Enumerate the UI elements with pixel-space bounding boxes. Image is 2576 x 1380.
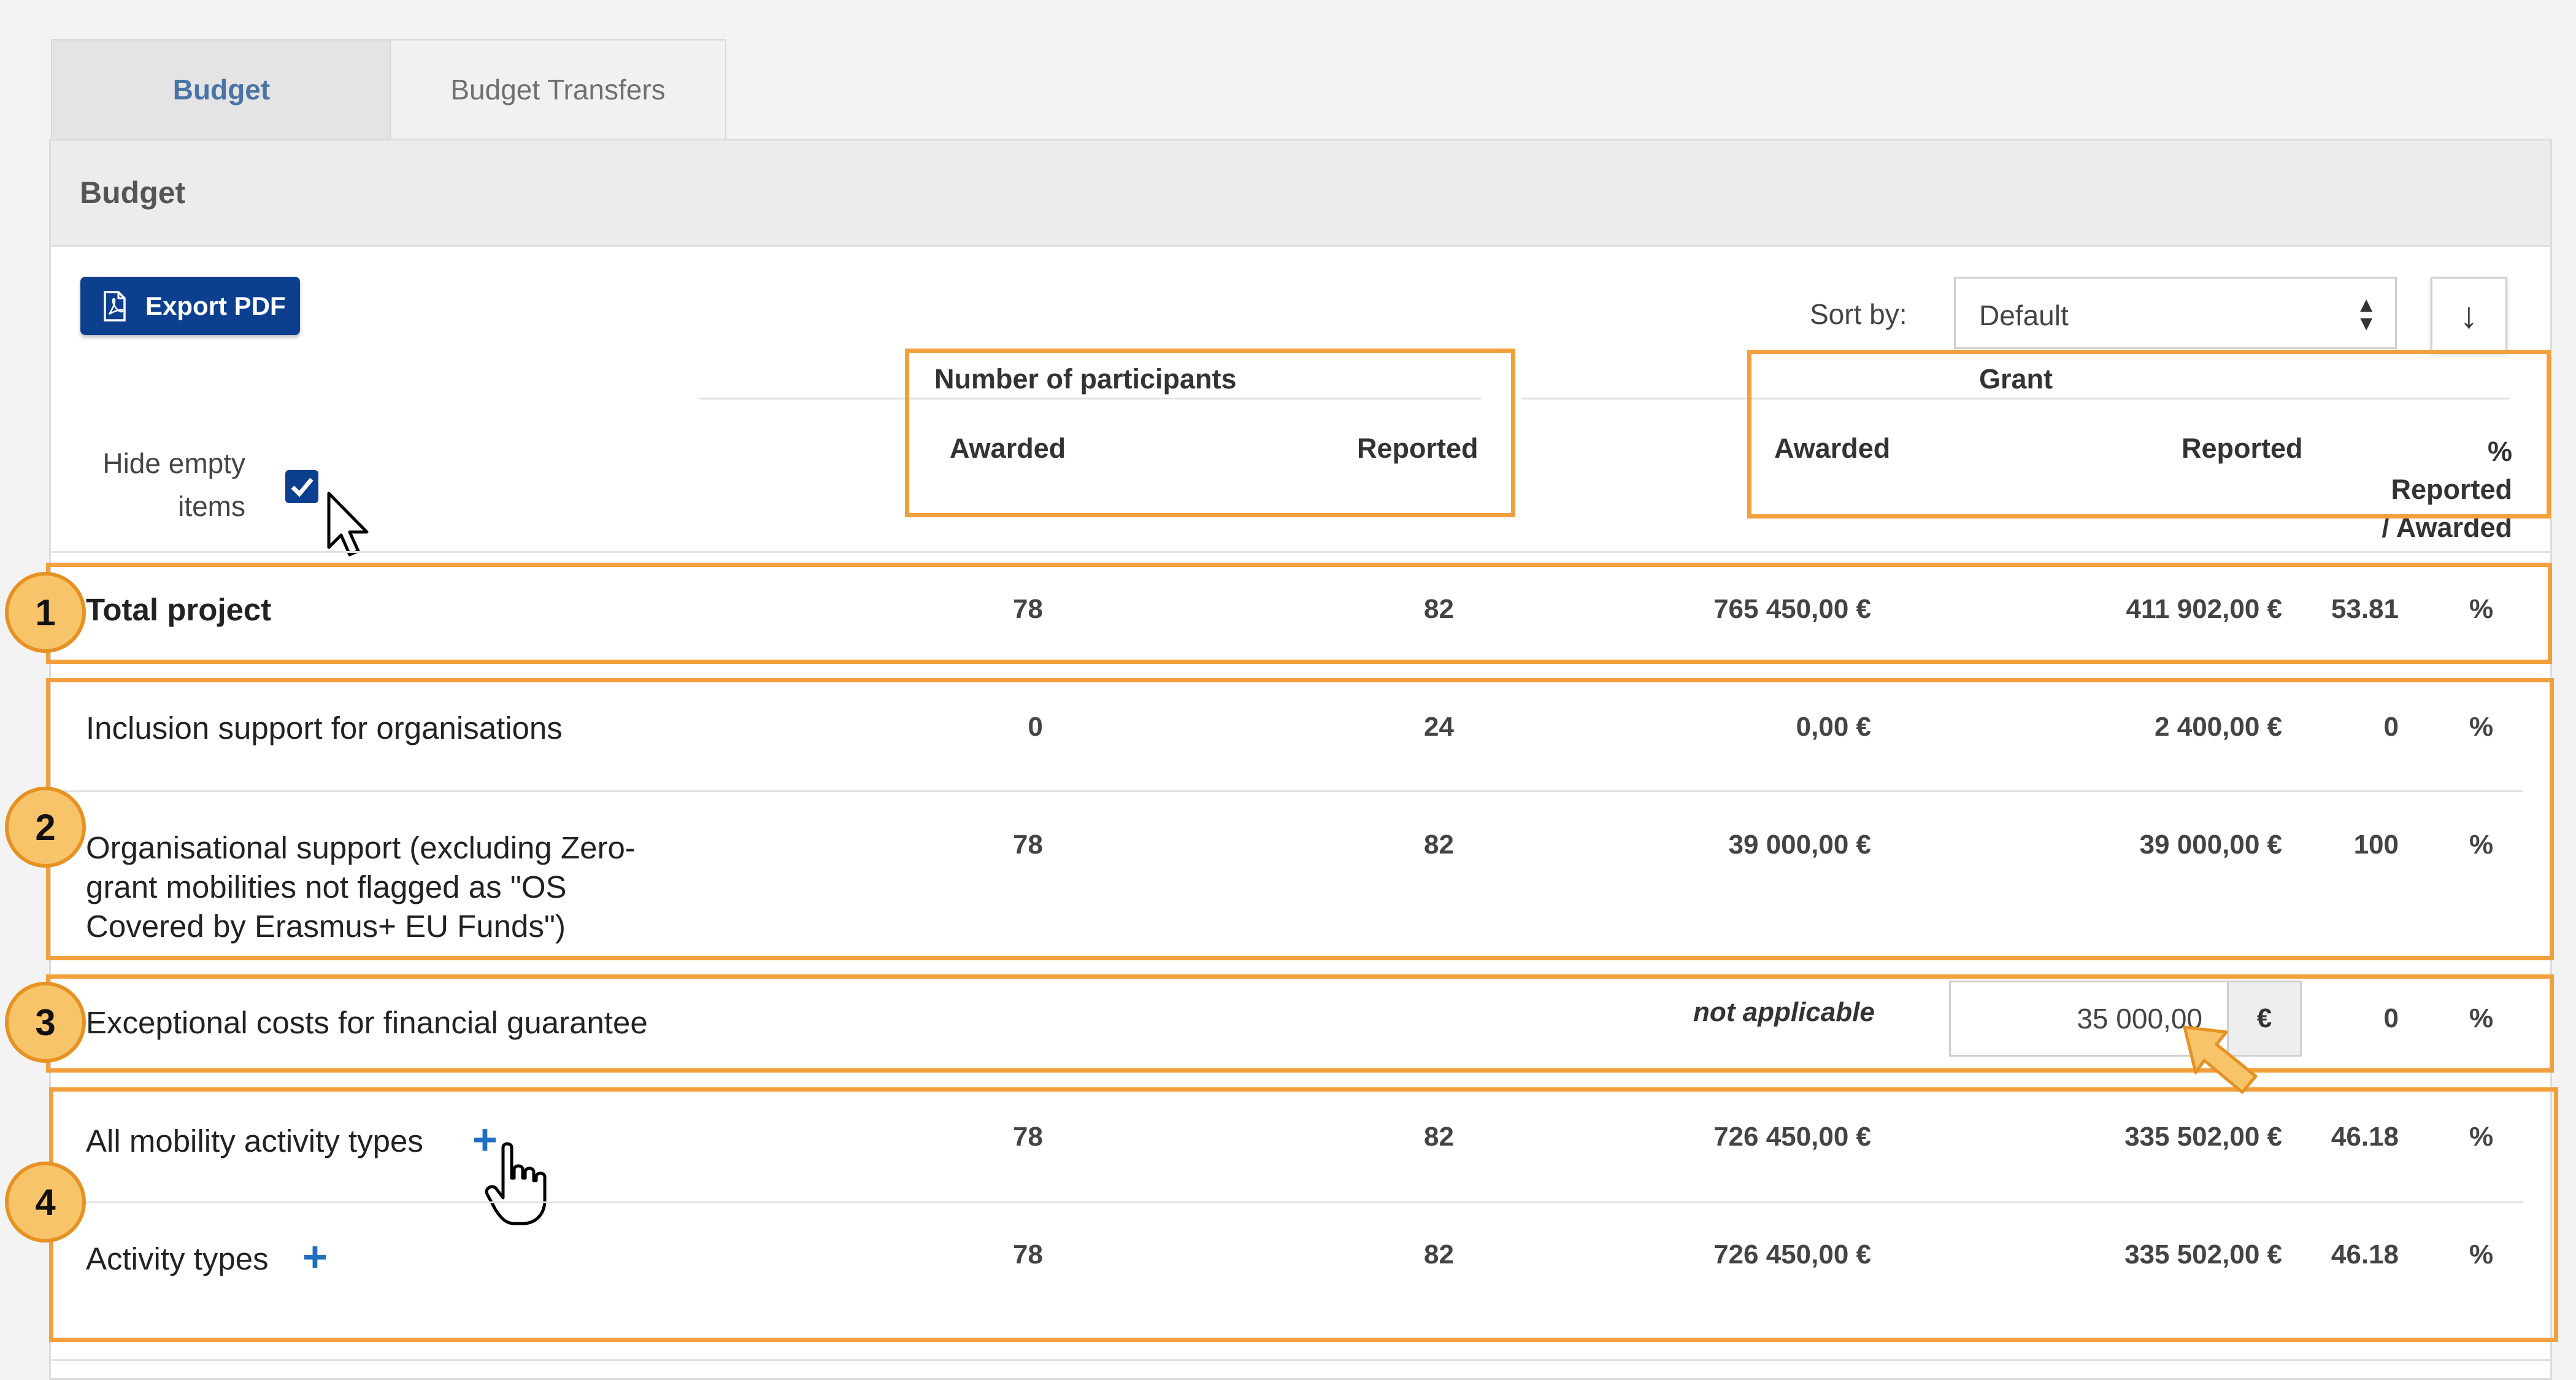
annotation-badge-2: 2 [5, 787, 86, 868]
mouse-pointer-icon [327, 491, 369, 557]
annotation-box-participants [905, 349, 1515, 517]
sort-label: Sort by: [1810, 298, 1907, 330]
panel-header [51, 141, 2550, 247]
hide-empty-checkbox[interactable] [285, 470, 318, 503]
table-top-divider [51, 551, 2550, 553]
tab-budget-transfers[interactable]: Budget Transfers [390, 39, 726, 139]
annotation-box-grant [1747, 350, 2551, 518]
annotation-box-3 [46, 974, 2554, 1073]
hide-empty-label-line2: items [178, 490, 245, 522]
annotation-arrow-icon [2183, 1025, 2258, 1094]
annotation-badge-1: 1 [5, 572, 86, 653]
hide-empty-label: Hide empty items [61, 442, 245, 528]
export-pdf-label: Export PDF [145, 291, 286, 320]
sort-select[interactable]: Default ▲ ▼ [1954, 277, 2397, 349]
annotation-badge-4: 4 [5, 1162, 86, 1243]
checkmark-icon [291, 477, 313, 498]
sort-direction-button[interactable]: ↓ [2431, 277, 2507, 353]
arrow-down-icon: ↓ [2459, 295, 2478, 336]
sort-select-arrows-icon: ▲ ▼ [2356, 293, 2377, 335]
annotation-box-2 [46, 678, 2554, 960]
hide-empty-label-line1: Hide empty [102, 447, 245, 479]
annotation-box-4 [49, 1087, 2558, 1342]
tab-budget[interactable]: Budget [51, 39, 392, 139]
annotation-badge-3: 3 [5, 982, 86, 1063]
sort-select-value: Default [1979, 299, 2069, 331]
panel-bottom-divider [51, 1359, 2550, 1361]
panel-title: Budget [80, 175, 186, 210]
export-pdf-button[interactable]: Export PDF [80, 277, 300, 335]
annotation-box-1 [46, 563, 2552, 664]
pdf-icon [104, 290, 126, 322]
